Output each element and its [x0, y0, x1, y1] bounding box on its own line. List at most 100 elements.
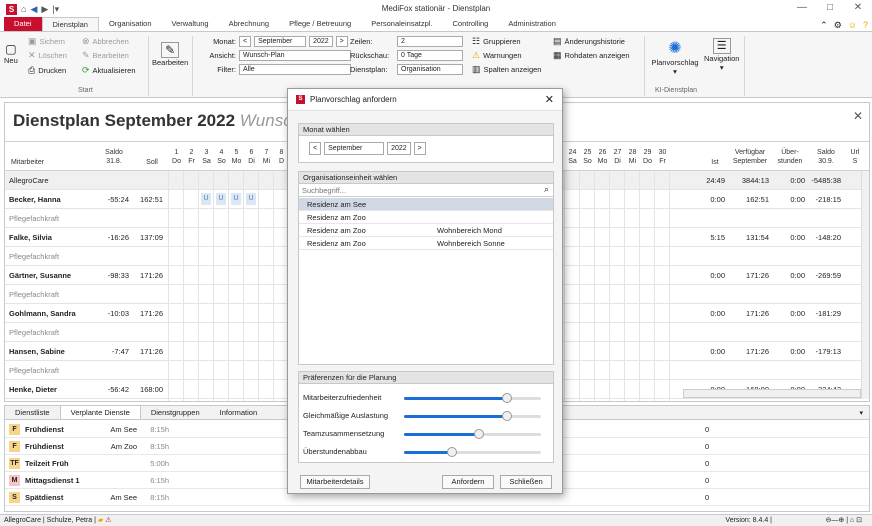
day-header[interactable]: 4 So [214, 148, 229, 166]
day-header[interactable]: 5 Mo [229, 148, 244, 166]
year-select[interactable]: 2022 [309, 36, 333, 47]
day-header[interactable]: 2 Fr [184, 148, 199, 166]
employee-details-button[interactable]: Mitarbeiterdetails [300, 475, 370, 489]
minimize-button[interactable]: — [788, 0, 816, 16]
planvorschlag-button[interactable]: ✺ Planvorschlag ▾ [650, 38, 700, 76]
slider-thumb[interactable] [447, 447, 457, 457]
dialog-month-prev-button[interactable]: < [309, 142, 322, 155]
review-select[interactable]: 0 Tage [397, 50, 463, 61]
day-header[interactable]: 27 Di [610, 148, 625, 166]
menu-tab-administration[interactable]: Administration [498, 17, 566, 31]
day-header[interactable]: 6 Di [244, 148, 259, 166]
horizontal-scrollbar[interactable] [683, 389, 861, 398]
slider-thumb[interactable] [474, 429, 484, 439]
close-window-button[interactable]: ✕ [844, 0, 872, 16]
day-header[interactable]: 26 Mo [595, 148, 610, 166]
month-select[interactable]: September [254, 36, 307, 47]
smiley-icon[interactable]: ☺ [848, 20, 857, 31]
new-button[interactable]: ▢ Neu [4, 42, 18, 65]
dialog-year-select[interactable]: 2022 [387, 142, 411, 155]
cancel-button[interactable]: ⊗ Abbrechen [82, 36, 129, 47]
vacation-cell[interactable]: U [216, 193, 226, 205]
request-button[interactable]: Anfordern [442, 475, 494, 489]
print-button[interactable]: ⎙ Drucken [28, 65, 66, 76]
dialog-month-select[interactable]: September [324, 142, 385, 155]
vacation-cell[interactable]: U [231, 193, 241, 205]
org-row[interactable]: Residenz am Zoo [299, 211, 553, 224]
columns-button[interactable]: ▥ Spalten anzeigen [472, 64, 541, 75]
tab-dienstgruppen[interactable]: Dienstgruppen [141, 406, 210, 419]
forward-icon[interactable]: ▶ [41, 4, 48, 15]
edit-small-button[interactable]: ✎ Bearbeiten [82, 50, 129, 61]
close-button[interactable]: Schließen [500, 475, 552, 489]
day-header[interactable]: 3 Sa [199, 148, 214, 166]
preference-slider[interactable] [404, 429, 541, 439]
preference-slider[interactable] [404, 393, 541, 403]
org-search-input[interactable]: Suchbegriff... ⌕ [299, 184, 553, 197]
settings-icon[interactable]: ⚙ [834, 20, 842, 31]
vertical-scrollbar[interactable] [861, 171, 869, 399]
close-panel-icon[interactable]: ✕ [853, 109, 863, 123]
menu-tab-dienstplan[interactable]: Dienstplan [41, 17, 99, 31]
tab-dienstliste[interactable]: Dienstliste [5, 406, 60, 419]
day-header[interactable]: 30 Fr [655, 148, 670, 166]
tab-information[interactable]: Information [210, 406, 268, 419]
day-header[interactable]: 24 Sa [565, 148, 580, 166]
menu-tab-abrechnung[interactable]: Abrechnung [219, 17, 279, 31]
col-mitarbeiter[interactable]: Mitarbeiter [11, 158, 44, 167]
menu-tab-controlling[interactable]: Controlling [443, 17, 499, 31]
menu-tab-personaleinsatz[interactable]: Personaleinsatzpl. [361, 17, 442, 31]
dialog-month-next-button[interactable]: > [413, 142, 426, 155]
menu-tab-verwaltung[interactable]: Verwaltung [162, 17, 219, 31]
help-icon[interactable]: ? [863, 20, 868, 31]
day-header[interactable]: 29 Do [640, 148, 655, 166]
preference-slider[interactable] [404, 411, 541, 421]
delete-button[interactable]: ✕ Löschen [28, 50, 67, 61]
save-button[interactable]: ▣ Sichern [28, 36, 65, 47]
menu-tab-pflege[interactable]: Pflege / Betreuung [279, 17, 361, 31]
col-urlaub[interactable]: Url S [847, 148, 863, 166]
col-soll[interactable]: Soll [139, 158, 165, 167]
group-button[interactable]: ☷ Gruppieren [472, 36, 521, 47]
view-select[interactable]: Wunsch-Plan [239, 50, 351, 61]
day-header[interactable]: 7 Mi [259, 148, 274, 166]
month-prev-button[interactable]: < [239, 36, 252, 47]
col-saldo-end[interactable]: Saldo 30.9. [811, 148, 841, 166]
day-header[interactable]: 25 So [580, 148, 595, 166]
slider-thumb[interactable] [502, 393, 512, 403]
preference-slider[interactable] [404, 447, 541, 457]
schedule-select[interactable]: Organisation [397, 64, 463, 75]
col-ueberstunden[interactable]: Über-stunden [775, 148, 805, 166]
panel-collapse-icon[interactable]: ▾ [859, 409, 863, 417]
warnings-button[interactable]: ⚠ Warnungen [472, 50, 522, 61]
zoom-slider[interactable]: ⊖—⊕ | ⌂ ⊡ [826, 515, 862, 526]
month-next-button[interactable]: > [335, 36, 348, 47]
filter-select[interactable]: Alle [239, 64, 351, 75]
slider-thumb[interactable] [502, 411, 512, 421]
history-button[interactable]: ▤ Änderungshistorie [553, 36, 625, 47]
menu-tab-datei[interactable]: Datei [4, 17, 42, 31]
dialog-close-icon[interactable]: ✕ [545, 93, 554, 106]
col-ist[interactable]: Ist [705, 158, 725, 167]
alert-icon[interactable]: ⚠ [105, 517, 111, 524]
menu-tab-organisation[interactable]: Organisation [99, 17, 162, 31]
folder-icon[interactable]: ▰ [98, 517, 103, 524]
home-icon[interactable]: ⌂ [21, 4, 26, 15]
day-header[interactable]: 28 Mi [625, 148, 640, 166]
maximize-button[interactable]: □ [816, 0, 844, 16]
org-row[interactable]: Residenz am See [299, 198, 553, 211]
vacation-cell[interactable]: U [246, 193, 256, 205]
back-icon[interactable]: ◀ [30, 4, 37, 15]
vacation-cell[interactable]: U [201, 193, 211, 205]
tab-verplante-dienste[interactable]: Verplante Dienste [59, 406, 141, 419]
rows-select[interactable]: 2 [397, 36, 463, 47]
edit-button[interactable]: ✎ Bearbeiten [152, 42, 188, 67]
org-row[interactable]: Residenz am Zoo Wohnbereich Mond [299, 224, 553, 237]
col-saldo[interactable]: Saldo 31.8. [99, 148, 129, 166]
col-verfuegbar[interactable]: Verfügbar September [731, 148, 769, 166]
refresh-button[interactable]: ⟳ Aktualisieren [82, 65, 136, 76]
org-row[interactable]: Residenz am Zoo Wohnbereich Sonne [299, 237, 553, 250]
raw-data-button[interactable]: ▦ Rohdaten anzeigen [553, 50, 630, 61]
day-header[interactable]: 1 Do [169, 148, 184, 166]
navigation-button[interactable]: ☰ Navigation ▾ [704, 38, 739, 72]
